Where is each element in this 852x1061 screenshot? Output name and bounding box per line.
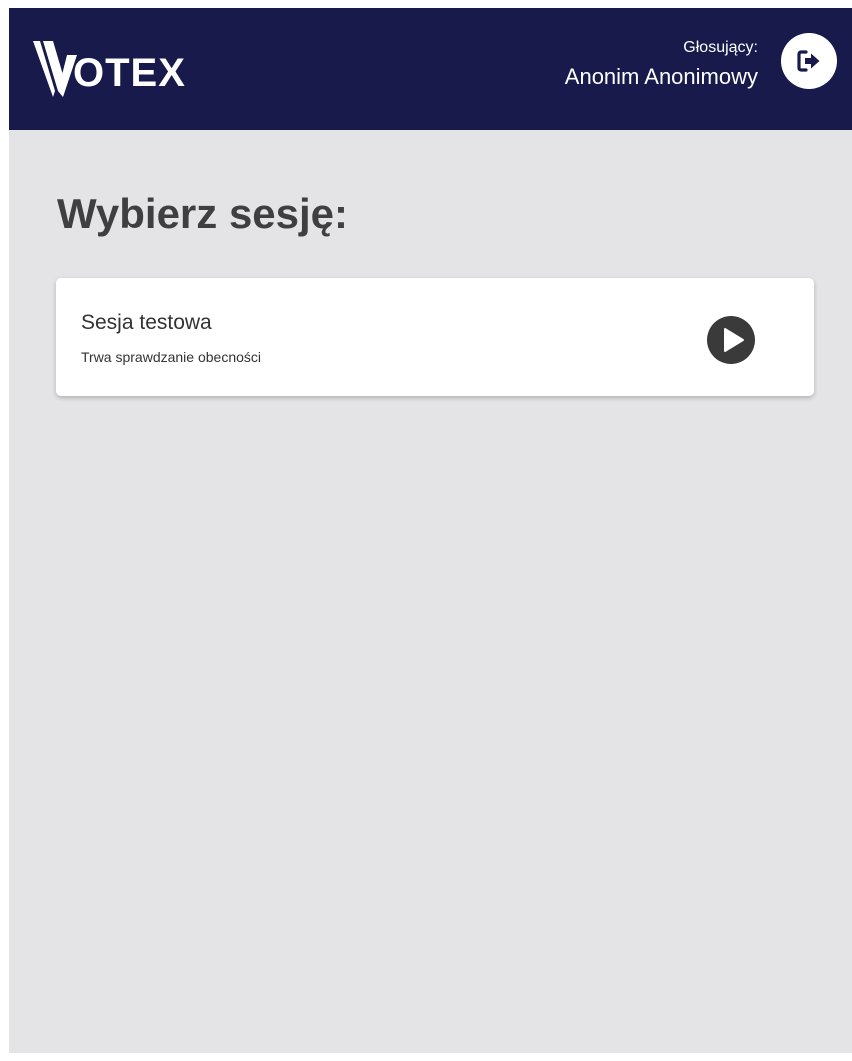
logout-button[interactable] (781, 33, 837, 89)
play-icon[interactable] (707, 316, 755, 364)
votex-logo: OTEX (33, 40, 186, 98)
page-title: Wybierz sesję: (57, 190, 349, 237)
logo-text: OTEX (73, 51, 186, 95)
logo-v-icon (33, 41, 77, 97)
voter-label: Głosujący: (683, 39, 758, 56)
app-frame: OTEX Głosujący: Anonim Anonimowy Wybierz… (9, 8, 852, 1053)
session-name: Sesja testowa (81, 311, 212, 334)
top-bar: OTEX Głosujący: Anonim Anonimowy (9, 8, 852, 130)
voter-info: Głosujący: Anonim Anonimowy (565, 38, 758, 92)
voter-name: Anonim Anonimowy (564, 64, 758, 89)
session-card[interactable]: Sesja testowa Trwa sprawdzanie obecności (56, 278, 814, 396)
logout-icon (797, 50, 820, 72)
session-status: Trwa sprawdzanie obecności (81, 349, 262, 365)
